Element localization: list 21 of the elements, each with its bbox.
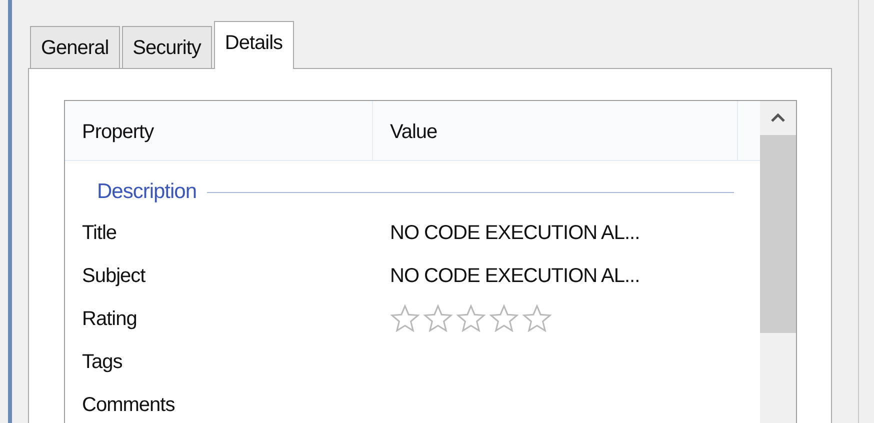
group-heading[interactable]: Description bbox=[97, 176, 197, 208]
property-name: Subject bbox=[82, 264, 146, 286]
scrollbar-thumb[interactable] bbox=[760, 135, 796, 333]
tab[interactable]: Security bbox=[122, 26, 212, 68]
property-name: Rating bbox=[82, 308, 137, 330]
property-name: Title bbox=[82, 222, 117, 244]
star-icon[interactable] bbox=[456, 304, 486, 333]
scrollbar[interactable] bbox=[760, 101, 796, 423]
column-header[interactable]: Value bbox=[373, 101, 738, 160]
property-name: Tags bbox=[82, 350, 122, 372]
scroll-up-icon[interactable] bbox=[770, 113, 786, 123]
column-header[interactable]: Property bbox=[65, 101, 373, 160]
tab[interactable]: General bbox=[30, 26, 120, 68]
property-value: NO CODE EXECUTION AL... bbox=[390, 264, 640, 286]
star-icon[interactable] bbox=[423, 304, 453, 333]
star-icon[interactable] bbox=[390, 304, 420, 333]
property-value: NO CODE EXECUTION AL... bbox=[390, 222, 640, 244]
property-name: Comments bbox=[82, 394, 175, 416]
star-icon[interactable] bbox=[489, 304, 519, 333]
tab[interactable]: Details bbox=[214, 21, 294, 69]
star-icon[interactable] bbox=[522, 304, 552, 333]
